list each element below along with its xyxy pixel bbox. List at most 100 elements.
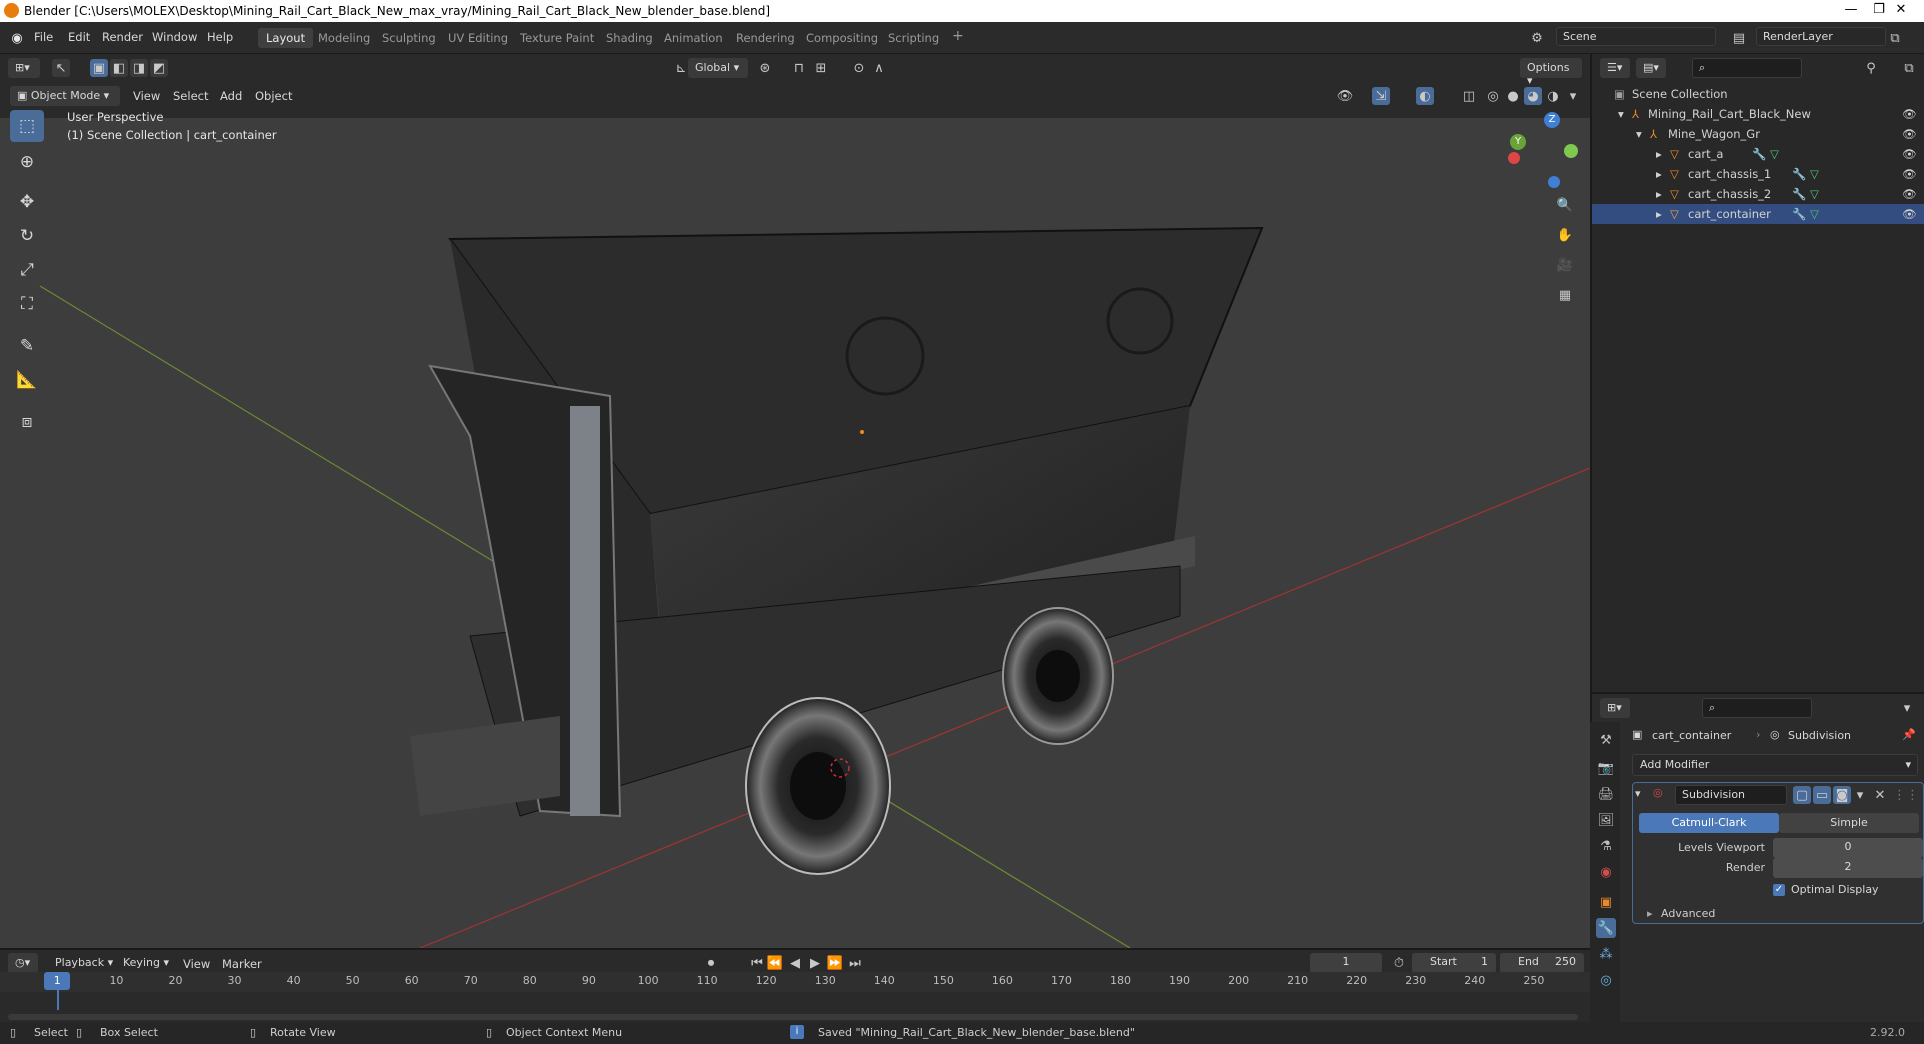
solid-shading-icon[interactable]: ● <box>1504 87 1522 105</box>
xray-icon[interactable]: ◫ <box>1460 87 1478 105</box>
expand-arrow-icon[interactable]: ▾ <box>1618 107 1624 121</box>
tab-modeling[interactable]: Modeling <box>310 28 378 48</box>
play-icon[interactable]: ▶ <box>806 954 824 972</box>
modifier-wrench-icon[interactable]: 🔧 <box>1792 207 1806 221</box>
eye-icon[interactable]: 👁 <box>1902 107 1917 121</box>
expand-arrow-icon[interactable]: ▸ <box>1656 187 1662 201</box>
end-frame-input[interactable]: End 250 <box>1500 953 1584 973</box>
filter-icon[interactable]: ⚲ <box>1862 59 1880 77</box>
scale-tool-icon[interactable]: ⤢ <box>10 254 44 286</box>
scene-tab-icon[interactable]: ⚗ <box>1596 836 1616 856</box>
pan-hand-icon[interactable]: ✋ <box>1556 226 1574 244</box>
viewport-menu-select[interactable]: Select <box>173 89 208 103</box>
keying-menu[interactable]: Keying ▾ <box>116 953 176 973</box>
rendered-shading-icon[interactable]: ◑ <box>1544 87 1562 105</box>
outliner-row-cart-chassis-1[interactable]: ▸ ▽ cart_chassis_1 🔧 ▽ 👁 <box>1592 164 1924 184</box>
simple-button[interactable]: Simple <box>1779 813 1919 833</box>
mesh-data-icon[interactable]: ▽ <box>1810 187 1819 201</box>
outliner-row-mining-cart[interactable]: ▾ ⅄ Mining_Rail_Cart_Black_New 👁 <box>1592 104 1924 124</box>
select-mode-icon[interactable]: ↖ <box>52 59 70 77</box>
preview-range-icon[interactable]: ⏱ <box>1390 954 1408 972</box>
gizmo-x-neg[interactable] <box>1564 144 1578 158</box>
move-tool-icon[interactable]: ✥ <box>10 186 44 218</box>
optimal-display-checkbox[interactable]: ✓ <box>1773 884 1785 896</box>
modifier-menu-icon[interactable]: ▾ <box>1851 786 1869 804</box>
outliner-row-mine-wagon[interactable]: ▾ ⅄ Mine_Wagon_Gr 👁 <box>1592 124 1924 144</box>
context-object-name[interactable]: cart_container <box>1652 729 1731 742</box>
play-reverse-icon[interactable]: ◀ <box>786 954 804 972</box>
tab-rendering[interactable]: Rendering <box>728 28 803 48</box>
ortho-grid-icon[interactable]: ▦ <box>1556 286 1574 304</box>
tab-scripting[interactable]: Scripting <box>880 28 947 48</box>
playback-menu[interactable]: Playback ▾ <box>48 953 120 973</box>
remove-modifier-icon[interactable]: ✕ <box>1871 786 1889 804</box>
collapse-arrow-icon[interactable]: ▾ <box>1635 787 1641 800</box>
properties-editor-icon[interactable]: ⊞▾ <box>1600 698 1630 718</box>
add-cube-tool-icon[interactable]: ⧈ <box>10 406 44 438</box>
view-layer-tab-icon[interactable]: 🖼 <box>1596 810 1616 830</box>
render-levels-input[interactable]: 2 <box>1773 858 1923 878</box>
physics-tab-icon[interactable]: ◎ <box>1596 970 1616 990</box>
add-modifier-dropdown[interactable]: Add Modifier ▾ <box>1632 754 1918 776</box>
outliner-row-cart-container[interactable]: ▸ ▽ cart_container 🔧 ▽ 👁 <box>1592 204 1924 224</box>
tab-uv-editing[interactable]: UV Editing <box>440 28 516 48</box>
blender-menu-icon[interactable]: ◉ <box>8 29 26 47</box>
tab-shading[interactable]: Shading <box>598 28 661 48</box>
mode-dropdown[interactable]: ▣ Object Mode ▾ <box>10 86 120 106</box>
viewport-menu-add[interactable]: Add <box>220 89 242 103</box>
select-box-tool-icon[interactable]: ⬚ <box>10 110 44 142</box>
camera-view-icon[interactable]: 🎥 <box>1556 256 1574 274</box>
eye-icon[interactable]: 👁 <box>1902 147 1917 161</box>
measure-tool-icon[interactable]: 📐 <box>10 364 44 396</box>
viewport-toggle-icon[interactable]: ▭ <box>1813 786 1831 804</box>
eye-icon[interactable]: 👁 <box>1902 167 1917 181</box>
advanced-subpanel-header[interactable]: Advanced <box>1661 907 1715 920</box>
wireframe-shading-icon[interactable]: ◎ <box>1484 87 1502 105</box>
add-workspace-icon[interactable]: + <box>944 25 972 45</box>
mesh-data-icon[interactable]: ▽ <box>1810 207 1819 221</box>
scene-icon[interactable]: ⚙ <box>1528 29 1546 47</box>
context-modifier-name[interactable]: Subdivision <box>1788 729 1851 742</box>
gizmo-toggle-icon[interactable]: ⇲ <box>1372 87 1390 105</box>
tab-texture-paint[interactable]: Texture Paint <box>512 28 602 48</box>
gizmo-y-axis[interactable]: Y <box>1510 134 1526 150</box>
box-select-subtract-icon[interactable]: ◨ <box>130 59 148 77</box>
transform-tool-icon[interactable]: ⛶ <box>10 288 44 320</box>
modifier-wrench-icon[interactable]: 🔧 <box>1792 187 1806 201</box>
viewport-menu-object[interactable]: Object <box>255 89 292 103</box>
overlay-toggle-icon[interactable]: ◐ <box>1416 87 1434 105</box>
expand-arrow-icon[interactable]: ▸ <box>1656 207 1662 221</box>
tab-sculpting[interactable]: Sculpting <box>374 28 444 48</box>
pivot-icon[interactable]: ⊛ <box>756 59 774 77</box>
tab-compositing[interactable]: Compositing <box>798 28 886 48</box>
zoom-icon[interactable]: 🔍 <box>1556 196 1574 214</box>
gizmo-z-neg[interactable] <box>1548 176 1560 188</box>
advanced-arrow-icon[interactable]: ▸ <box>1647 907 1653 920</box>
properties-options-icon[interactable]: ▾ <box>1898 699 1916 717</box>
output-tab-icon[interactable]: 🖨 <box>1596 784 1616 804</box>
jump-prev-keyframe-icon[interactable]: ⏪ <box>766 954 784 972</box>
render-layer-field[interactable]: RenderLayer <box>1756 27 1886 46</box>
pin-icon[interactable]: 📌 <box>1902 728 1916 741</box>
outliner-row-cart-a[interactable]: ▸ ▽ cart_a 🔧 ▽ 👁 <box>1592 144 1924 164</box>
eye-icon[interactable]: 👁 <box>1902 187 1917 201</box>
menu-render[interactable]: Render <box>102 30 143 44</box>
world-tab-icon[interactable]: ◉ <box>1596 862 1616 882</box>
menu-file[interactable]: File <box>34 30 53 44</box>
cursor-tool-icon[interactable]: ⊕ <box>10 146 44 178</box>
outliner-row-scene-collection[interactable]: ▣ Scene Collection <box>1592 84 1924 104</box>
menu-edit[interactable]: Edit <box>68 30 90 44</box>
jump-start-icon[interactable]: ⏮ <box>748 954 766 972</box>
mesh-data-icon[interactable]: ▽ <box>1810 167 1819 181</box>
transform-orientation-dropdown[interactable]: Global ▾ <box>688 58 748 78</box>
eye-icon[interactable]: 👁 <box>1902 127 1917 141</box>
expand-arrow-icon[interactable]: ▸ <box>1656 167 1662 181</box>
timeline-scrollbar[interactable] <box>8 1014 1578 1020</box>
timeline-marker-menu[interactable]: Marker <box>222 957 262 971</box>
view-layer-icon[interactable]: ▤ <box>1730 29 1748 47</box>
snap-icon[interactable]: ⊓ <box>790 59 808 77</box>
navigation-gizmo[interactable]: Z Y <box>1500 110 1580 190</box>
expand-arrow-icon[interactable]: ▾ <box>1636 127 1642 141</box>
expand-arrow-icon[interactable]: ▸ <box>1656 147 1662 161</box>
annotate-tool-icon[interactable]: ✎ <box>10 330 44 362</box>
